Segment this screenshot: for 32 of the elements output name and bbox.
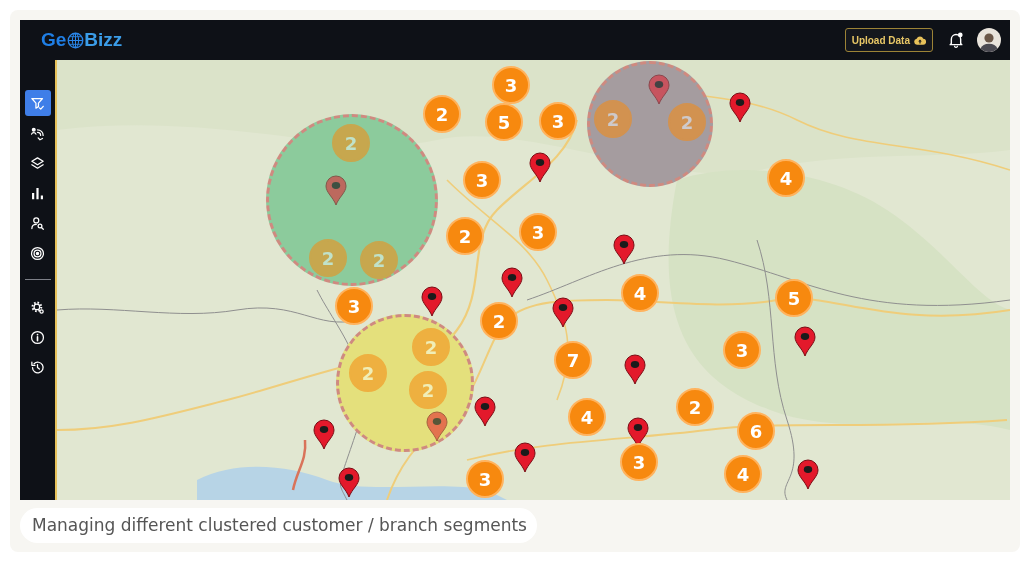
map-pin-icon[interactable] <box>794 326 816 357</box>
map-pin-icon[interactable] <box>421 286 443 317</box>
layers-icon <box>30 155 45 171</box>
map-pin-icon[interactable] <box>426 411 448 442</box>
signal-icon <box>30 125 45 141</box>
map-pin-icon[interactable] <box>474 396 496 427</box>
history-icon <box>30 359 45 375</box>
map-pin-icon[interactable] <box>338 467 360 498</box>
map-pin-icon[interactable] <box>529 152 551 183</box>
bell-icon[interactable] <box>949 32 963 48</box>
globe-icon <box>67 31 85 49</box>
settings-icon <box>30 299 45 315</box>
filter-icon <box>30 95 45 111</box>
avatar-icon[interactable] <box>977 28 1001 52</box>
map-pin-icon[interactable] <box>613 234 635 265</box>
map-pin-icon[interactable] <box>514 442 536 473</box>
map-pin-icon[interactable] <box>729 92 751 123</box>
cloud-upload-icon <box>914 35 926 45</box>
map-pin-icon[interactable] <box>797 459 819 490</box>
upload-data-button[interactable]: Upload Data <box>844 28 933 52</box>
caption: Managing different clustered customer / branch segments <box>20 508 537 543</box>
bar-chart-icon <box>30 185 45 201</box>
logo-text: Bizz <box>84 29 123 51</box>
map-pin-icon[interactable] <box>552 297 574 328</box>
user-search-icon <box>30 215 45 231</box>
map-pin-icon[interactable] <box>624 354 646 385</box>
target-icon <box>30 245 45 261</box>
sidebar-item[interactable] <box>24 90 51 116</box>
info-icon <box>30 329 45 345</box>
map-pin-icon[interactable] <box>313 419 335 450</box>
map-pin-icon[interactable] <box>501 267 523 298</box>
logo-text: Ge <box>41 29 67 51</box>
